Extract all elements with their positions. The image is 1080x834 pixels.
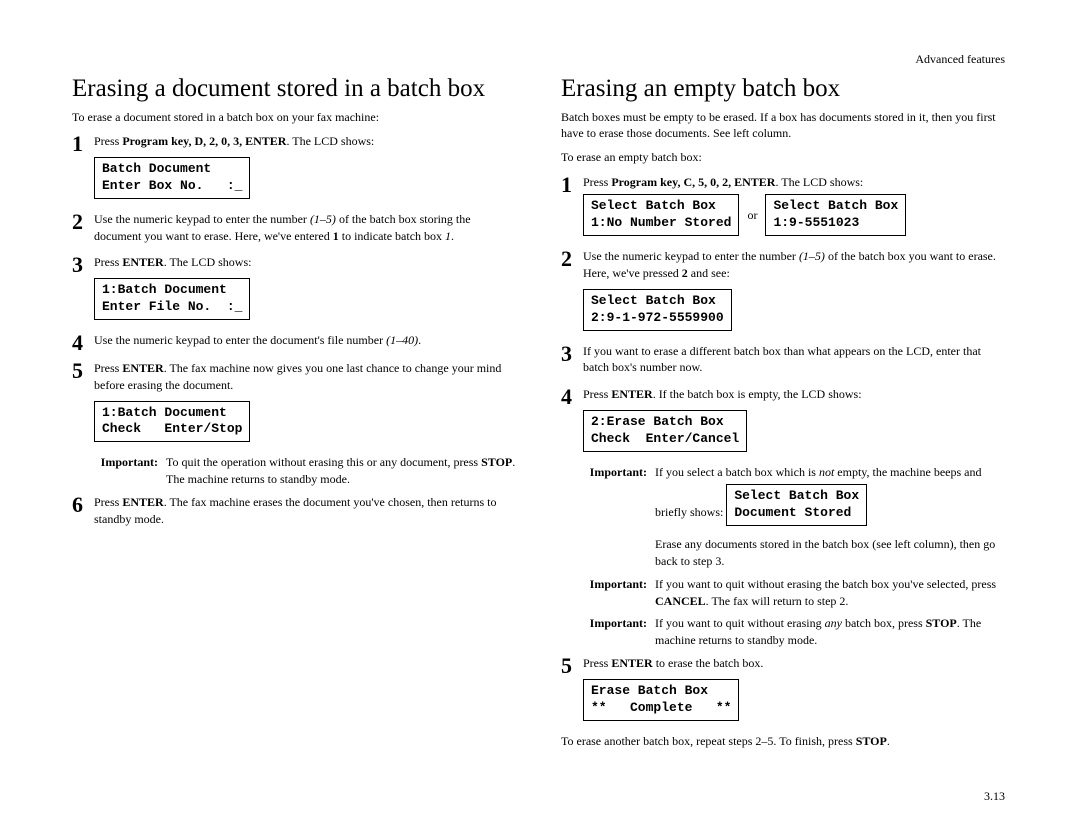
lcd-display: Select Batch Box 1:9-5551023 [765, 194, 906, 236]
header-section-title: Advanced features [915, 52, 1005, 67]
step-text: If you want to erase a different batch b… [583, 343, 1008, 377]
note-body: If you want to quit without erasing the … [655, 576, 1008, 610]
left-step-4: 4 Use the numeric keypad to enter the do… [72, 332, 519, 354]
left-steps-cont: 6 Press ENTER. The fax machine erases th… [72, 494, 519, 532]
step-text: Press ENTER. If the batch box is empty, … [583, 386, 1008, 403]
right-step-3: 3 If you want to erase a different batch… [561, 343, 1008, 381]
lcd-display: Select Batch Box 2:9-1-972-5559900 [583, 289, 732, 331]
lcd-row: Select Batch Box 1:No Number Stored or S… [583, 194, 1008, 236]
lcd-display: Select Batch Box Document Stored [726, 484, 867, 526]
right-steps-cont: 5 Press ENTER to erase the batch box. Er… [561, 655, 1008, 727]
step-text: Press Program key, C, 5, 0, 2, ENTER. Th… [583, 174, 1008, 191]
note-continuation: Erase any documents stored in the batch … [655, 536, 1008, 570]
left-column: Erasing a document stored in a batch box… [72, 75, 519, 757]
step-text: Press ENTER to erase the batch box. [583, 655, 1008, 672]
important-note: Important: If you select a batch box whi… [585, 464, 1008, 570]
left-steps: 1 Press Program key, D, 2, 0, 3, ENTER. … [72, 133, 519, 448]
right-step-5: 5 Press ENTER to erase the batch box. Er… [561, 655, 1008, 727]
note-label: Important: [96, 454, 166, 488]
step-number: 4 [72, 332, 94, 354]
right-step-4: 4 Press ENTER. If the batch box is empty… [561, 386, 1008, 458]
note-body: To quit the operation without erasing th… [166, 454, 519, 488]
note-label: Important: [585, 464, 655, 570]
right-column: Erasing an empty batch box Batch boxes m… [561, 75, 1008, 757]
right-intro-1: Batch boxes must be empty to be erased. … [561, 109, 1008, 141]
lcd-display: 1:Batch Document Check Enter/Stop [94, 401, 250, 443]
lcd-display: Erase Batch Box ** Complete ** [583, 679, 739, 721]
step-number: 1 [72, 133, 94, 155]
note-body: If you select a batch box which is not e… [655, 464, 1008, 570]
step-number: 3 [72, 254, 94, 276]
step-text: Use the numeric keypad to enter the docu… [94, 332, 519, 349]
important-note: Important: If you want to quit without e… [585, 615, 1008, 649]
lcd-display: 1:Batch Document Enter File No. :_ [94, 278, 250, 320]
or-text: or [747, 207, 757, 224]
step-text: Use the numeric keypad to enter the numb… [94, 211, 519, 245]
right-footer: To erase another batch box, repeat steps… [561, 733, 1008, 749]
right-steps: 1 Press Program key, C, 5, 0, 2, ENTER. … [561, 174, 1008, 458]
left-step-5: 5 Press ENTER. The fax machine now gives… [72, 360, 519, 448]
step-text: Press ENTER. The LCD shows: [94, 254, 519, 271]
lcd-display: Select Batch Box 1:No Number Stored [583, 194, 739, 236]
left-heading: Erasing a document stored in a batch box [72, 75, 519, 103]
step-text: Press ENTER. The fax machine now gives y… [94, 360, 519, 394]
step-number: 3 [561, 343, 583, 365]
step-number: 5 [72, 360, 94, 382]
step-number: 2 [72, 211, 94, 233]
two-column-layout: Erasing a document stored in a batch box… [72, 75, 1008, 757]
step-text: Press ENTER. The fax machine erases the … [94, 494, 519, 528]
step-text: Use the numeric keypad to enter the numb… [583, 248, 1008, 282]
right-step-1: 1 Press Program key, C, 5, 0, 2, ENTER. … [561, 174, 1008, 243]
note-label: Important: [585, 615, 655, 649]
important-note: Important: If you want to quit without e… [585, 576, 1008, 610]
important-note: Important: To quit the operation without… [96, 454, 519, 488]
lcd-display: Batch Document Enter Box No. :_ [94, 157, 250, 199]
step-number: 2 [561, 248, 583, 270]
step-text: Press Program key, D, 2, 0, 3, ENTER. Th… [94, 133, 519, 150]
left-step-6: 6 Press ENTER. The fax machine erases th… [72, 494, 519, 532]
right-heading: Erasing an empty batch box [561, 75, 1008, 103]
step-number: 5 [561, 655, 583, 677]
step-number: 4 [561, 386, 583, 408]
note-body: If you want to quit without erasing any … [655, 615, 1008, 649]
left-step-3: 3 Press ENTER. The LCD shows: 1:Batch Do… [72, 254, 519, 326]
left-intro: To erase a document stored in a batch bo… [72, 109, 519, 125]
page-number: 3.13 [984, 789, 1005, 804]
lcd-display: 2:Erase Batch Box Check Enter/Cancel [583, 410, 747, 452]
right-intro-2: To erase an empty batch box: [561, 149, 1008, 165]
note-label: Important: [585, 576, 655, 610]
step-number: 6 [72, 494, 94, 516]
step-number: 1 [561, 174, 583, 196]
left-step-1: 1 Press Program key, D, 2, 0, 3, ENTER. … [72, 133, 519, 205]
left-step-2: 2 Use the numeric keypad to enter the nu… [72, 211, 519, 249]
right-step-2: 2 Use the numeric keypad to enter the nu… [561, 248, 1008, 336]
